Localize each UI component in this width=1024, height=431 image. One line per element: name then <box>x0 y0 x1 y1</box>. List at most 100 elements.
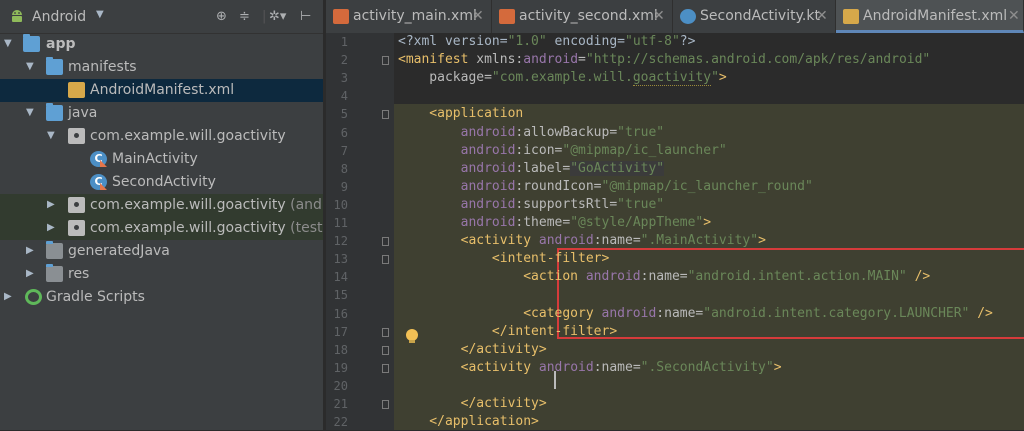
code-token: :theme= <box>515 215 571 230</box>
line-number: 9 <box>340 179 348 194</box>
code-editor[interactable]: <?xml version="1.0" encoding="utf-8"?> <m… <box>394 33 1024 430</box>
line-number: 12 <box>333 234 348 249</box>
project-view-selector[interactable]: Android <box>32 7 86 27</box>
expand-arrow-icon[interactable]: ▶ <box>26 245 38 257</box>
fold-marker-icon[interactable] <box>382 363 389 373</box>
tab-secondactivity-kt[interactable]: SecondActivity.kt ✕ <box>673 0 836 33</box>
kotlin-file-icon <box>680 9 696 24</box>
close-icon[interactable]: ✕ <box>653 8 665 24</box>
expand-arrow-icon[interactable]: ▼ <box>26 107 38 119</box>
code-line: <intent-filter> <box>398 249 609 268</box>
tree-item-manifests[interactable]: ▼ manifests <box>0 56 323 79</box>
code-line: </intent-filter> <box>398 322 617 341</box>
code-token: ?> <box>679 34 696 49</box>
code-token: xmlns: <box>476 52 524 68</box>
expand-arrow-icon[interactable]: ▼ <box>26 61 38 73</box>
close-icon[interactable]: ✕ <box>1008 8 1020 24</box>
code-line: package="com.example.will.goactivity"> <box>398 68 727 87</box>
fold-marker-icon[interactable] <box>382 110 389 120</box>
code-token: :name= <box>640 269 688 285</box>
code-token: > <box>718 70 727 86</box>
tree-item-app[interactable]: ▼ app <box>0 33 323 56</box>
code-line: android:allowBackup="true" <box>398 123 665 142</box>
tree-item-res[interactable]: ▶ res <box>0 263 323 286</box>
code-token: :allowBackup= <box>515 124 618 140</box>
line-number: 13 <box>333 252 348 267</box>
package-icon <box>68 220 85 236</box>
code-line: <?xml version="1.0" encoding="utf-8"?> <box>398 33 695 51</box>
line-number: 10 <box>333 197 348 212</box>
tree-item-package-test[interactable]: ▶ com.example.will.goactivity (test) <box>0 217 323 240</box>
close-icon[interactable]: ✕ <box>816 8 828 24</box>
code-line: android:theme="@style/AppTheme"> <box>398 213 711 232</box>
code-token: encoding= <box>546 34 625 49</box>
folder-icon <box>46 103 63 121</box>
tree-item-androidmanifest[interactable]: AndroidManifest.xml <box>0 79 323 102</box>
line-number: 8 <box>340 161 348 176</box>
chevron-down-icon[interactable]: ▼ <box>96 9 104 20</box>
fold-marker-icon[interactable] <box>382 255 389 265</box>
code-token: ".SecondActivity" <box>640 359 774 375</box>
editor-tab-bar: activity_main.xml ✕ activity_second.xml … <box>326 0 1024 33</box>
tree-item-mainactivity[interactable]: C MainActivity <box>0 148 323 171</box>
code-token: android <box>538 233 594 249</box>
expand-arrow-icon[interactable]: ▶ <box>47 199 59 211</box>
expand-arrow-icon[interactable]: ▶ <box>26 268 38 280</box>
line-number: 19 <box>333 360 348 375</box>
line-number: 7 <box>340 143 348 158</box>
line-number: 20 <box>333 378 348 393</box>
xml-file-icon <box>68 82 85 98</box>
tab-activity-second-xml[interactable]: activity_second.xml ✕ <box>492 0 673 33</box>
tree-item-package-androidtest[interactable]: ▶ com.example.will.goactivity (androic <box>0 194 323 217</box>
fold-marker-icon[interactable] <box>382 237 389 247</box>
gear-icon[interactable]: ✲▾ <box>269 8 286 26</box>
code-line: <category android:name="android.intent.c… <box>398 304 993 323</box>
expand-arrow-icon[interactable]: ▼ <box>47 130 59 142</box>
code-line: </activity> <box>398 340 547 359</box>
code-token: :name= <box>593 233 641 249</box>
crosshair-icon[interactable]: ⊕ <box>216 8 227 26</box>
manifest-file-icon <box>843 9 859 24</box>
tree-item-package-main[interactable]: ▼ com.example.will.goactivity <box>0 125 323 148</box>
hide-panel-icon[interactable]: ⊢ <box>300 8 311 26</box>
tree-item-secondactivity[interactable]: C SecondActivity <box>0 171 323 194</box>
code-token: android <box>398 196 516 212</box>
annotation-box <box>557 248 1024 339</box>
code-token: <action <box>398 269 586 285</box>
fold-marker-icon[interactable] <box>382 345 389 355</box>
code-line: <action android:name="android.intent.act… <box>398 267 930 286</box>
code-token: > <box>773 359 782 375</box>
tab-androidmanifest-xml[interactable]: AndroidManifest.xml ✕ <box>836 0 1024 33</box>
code-token: android <box>398 142 516 158</box>
code-token: </activity> <box>398 341 547 357</box>
code-token: "@mipmap/ic_launcher" <box>562 142 727 158</box>
close-icon[interactable]: ✕ <box>472 8 484 24</box>
line-number: 2 <box>340 53 348 68</box>
tab-activity-main-xml[interactable]: activity_main.xml ✕ <box>326 0 492 33</box>
tree-item-gradle-scripts[interactable]: ▶ Gradle Scripts <box>0 286 323 309</box>
expand-arrow-icon[interactable]: ▼ <box>4 38 16 50</box>
line-number: 3 <box>340 71 348 86</box>
fold-marker-icon[interactable] <box>382 327 389 337</box>
code-token: android <box>538 359 594 375</box>
code-token: :supportsRtl= <box>515 196 618 212</box>
lightbulb-icon[interactable] <box>406 328 418 343</box>
fold-marker-icon[interactable] <box>382 400 389 409</box>
collapse-all-icon[interactable]: ≑ <box>239 8 250 26</box>
code-line: </activity> <box>398 394 547 413</box>
code-token: <category <box>398 305 602 321</box>
tree-item-generatedjava[interactable]: ▶ generatedJava <box>0 240 323 263</box>
code-token: > <box>758 233 766 249</box>
code-token: ".MainActivity" <box>640 233 759 249</box>
expand-arrow-icon[interactable]: ▶ <box>4 291 16 303</box>
expand-arrow-icon[interactable]: ▶ <box>47 222 59 234</box>
gradle-icon <box>25 289 42 305</box>
fold-marker-icon[interactable] <box>382 56 389 66</box>
code-token: "true" <box>617 196 665 212</box>
code-line: <activity android:name=".SecondActivity"… <box>398 358 782 377</box>
code-line: android:icon="@mipmap/ic_launcher" <box>398 141 727 160</box>
xml-file-icon <box>499 9 515 24</box>
code-token: android <box>585 269 641 285</box>
code-token: "GoActivity" <box>570 160 665 176</box>
tree-item-java[interactable]: ▼ java <box>0 102 323 125</box>
